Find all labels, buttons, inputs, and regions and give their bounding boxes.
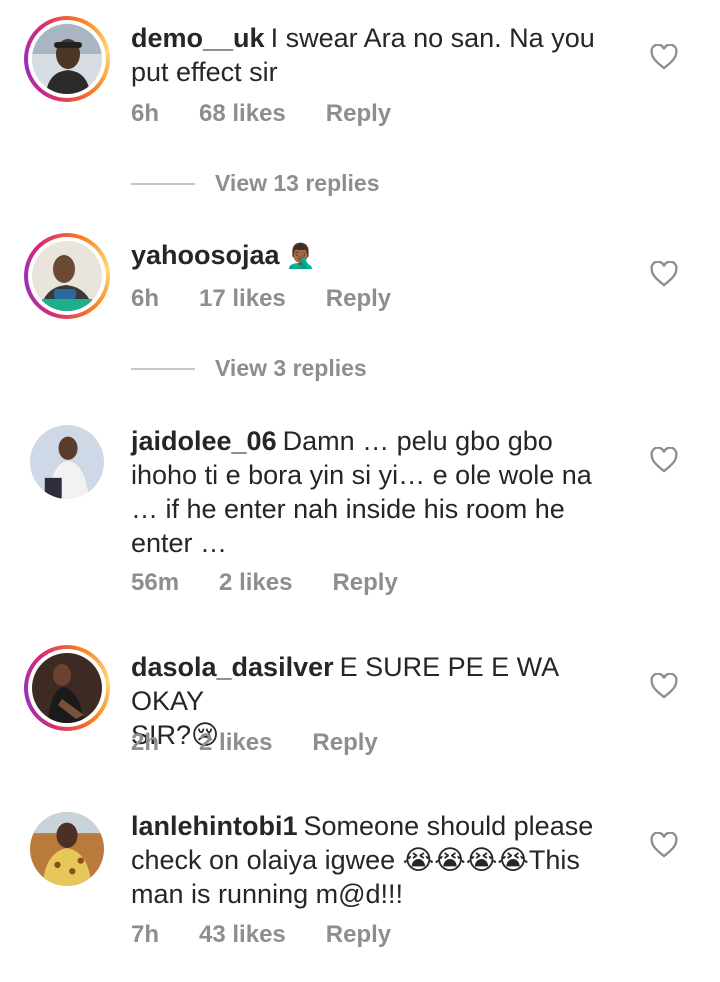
comment-body-line: check on olaiya igwee 😭😭😭😭This xyxy=(131,845,580,875)
view-replies-label: View 13 replies xyxy=(215,170,380,196)
reply-button[interactable]: Reply xyxy=(326,285,391,313)
comment-likes[interactable]: 2 likes xyxy=(199,729,272,757)
divider xyxy=(131,182,195,185)
avatar-image xyxy=(30,425,104,499)
comment-body-line: man is running m@d!!! xyxy=(131,879,404,909)
view-replies-label: View 3 replies xyxy=(215,355,367,381)
comment-time: 6h xyxy=(131,100,160,127)
comment-body-line: ihoho ti e bora yin si yi… e ole wole na xyxy=(131,460,592,490)
heart-outline-icon[interactable] xyxy=(650,44,678,70)
comment-time: 7h xyxy=(131,921,160,948)
comment-time: 2h xyxy=(131,729,160,756)
reply-button[interactable]: Reply xyxy=(312,729,377,757)
comment-text: demo__uk I swear Ara no san. Na you put e… xyxy=(131,21,631,89)
comment-text: lanlehintobi1 Someone should please check… xyxy=(131,809,631,911)
avatar[interactable] xyxy=(24,645,110,731)
view-replies-button[interactable]: View 3 replies xyxy=(131,355,367,382)
comment-text: yahoosojaa 🤦🏾‍♂️ xyxy=(131,238,631,273)
avatar[interactable] xyxy=(30,812,104,886)
comment-body-line: 🤦🏾‍♂️ xyxy=(285,242,316,270)
comment-body-line: Someone should please xyxy=(303,811,594,841)
avatar-ring-gap xyxy=(28,649,106,727)
avatar[interactable] xyxy=(24,16,110,102)
comment-meta: 2h 2 likes Reply xyxy=(131,729,378,757)
avatar[interactable] xyxy=(30,425,104,499)
comment-body-line: I swear Ara no san. Na you xyxy=(270,23,595,53)
avatar-ring-gap xyxy=(28,237,106,315)
avatar[interactable] xyxy=(24,233,110,319)
comment-time: 6h xyxy=(131,285,160,312)
reply-button[interactable]: Reply xyxy=(326,100,391,128)
comment-username[interactable]: demo__uk xyxy=(131,23,265,53)
comment-body-line: enter … xyxy=(131,528,228,558)
comment-meta: 6h 68 likes Reply xyxy=(131,100,391,128)
comment-likes[interactable]: 43 likes xyxy=(199,921,286,949)
heart-outline-icon[interactable] xyxy=(650,447,678,473)
comment-body-line: … if he enter nah inside his room he xyxy=(131,494,565,524)
comment-meta: 6h 17 likes Reply xyxy=(131,285,391,313)
avatar-image xyxy=(30,812,104,886)
reply-button[interactable]: Reply xyxy=(326,921,391,949)
avatar-ring-gap xyxy=(28,20,106,98)
avatar-image xyxy=(32,653,102,723)
heart-outline-icon[interactable] xyxy=(650,832,678,858)
avatar-image xyxy=(32,24,102,94)
comment-username[interactable]: dasola_dasilver xyxy=(131,652,334,682)
comment-time: 56m xyxy=(131,569,180,596)
comment-username[interactable]: jaidolee_06 xyxy=(131,426,277,456)
comment-body-line: put effect sir xyxy=(131,57,278,87)
comment-likes[interactable]: 2 likes xyxy=(219,569,292,597)
comment-body-line: Damn … pelu gbo gbo xyxy=(282,426,553,456)
comment-username[interactable]: yahoosojaa xyxy=(131,240,280,270)
comment-text: jaidolee_06 Damn … pelu gbo gbo ihoho ti … xyxy=(131,424,631,560)
comment-meta: 56m 2 likes Reply xyxy=(131,569,398,597)
comment-likes[interactable]: 17 likes xyxy=(199,285,286,313)
comment-username[interactable]: lanlehintobi1 xyxy=(131,811,298,841)
heart-outline-icon[interactable] xyxy=(650,261,678,287)
avatar-image xyxy=(32,241,102,311)
view-replies-button[interactable]: View 13 replies xyxy=(131,170,380,197)
heart-outline-icon[interactable] xyxy=(650,673,678,699)
comment-meta: 7h 43 likes Reply xyxy=(131,921,391,949)
comment-likes[interactable]: 68 likes xyxy=(199,100,286,128)
reply-button[interactable]: Reply xyxy=(332,569,397,597)
divider xyxy=(131,367,195,370)
